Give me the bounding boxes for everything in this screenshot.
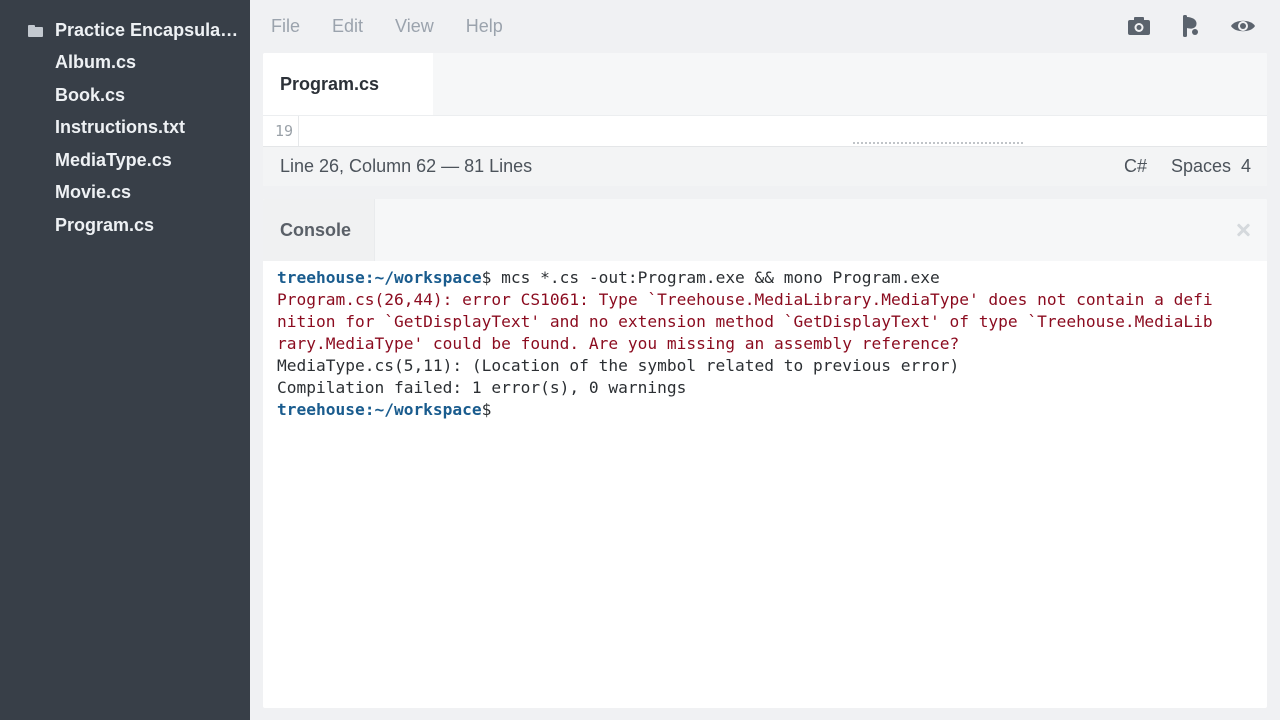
main-menu: File Edit View Help xyxy=(271,16,535,37)
toolbar xyxy=(1126,13,1256,39)
editor-status-bar: Line 26, Column 62 — 81 Lines C# Spaces … xyxy=(263,146,1267,186)
cursor-position: Line 26, Column 62 — 81 Lines xyxy=(280,156,533,176)
language-selector[interactable]: C# xyxy=(1124,156,1147,177)
close-icon[interactable] xyxy=(1234,221,1252,239)
file-item-movie[interactable]: Movie.cs xyxy=(55,180,185,213)
compile-summary: Compilation failed: 1 error(s), 0 warnin… xyxy=(277,378,687,397)
terminal-output[interactable]: treehouse:~/workspace$ mcs *.cs -out:Pro… xyxy=(277,267,1213,421)
prompt-symbol: $ xyxy=(481,400,492,419)
file-item-mediatype[interactable]: MediaType.cs xyxy=(55,148,185,181)
file-list: Album.cs Book.cs Instructions.txt MediaT… xyxy=(55,50,185,246)
file-item-book[interactable]: Book.cs xyxy=(55,83,185,116)
code-area[interactable]: 19 xyxy=(263,115,1267,148)
eye-icon[interactable] xyxy=(1230,13,1256,39)
tab-program-cs[interactable]: Program.cs xyxy=(263,53,433,115)
command-line: treehouse:~/workspace$ mcs *.cs -out:Pro… xyxy=(277,267,1213,289)
editor-tab-bar: Program.cs xyxy=(263,53,1267,115)
console-tab-bar: Console xyxy=(263,199,1267,261)
menu-view[interactable]: View xyxy=(395,16,434,37)
indent-selector[interactable]: Spaces 4 xyxy=(1171,156,1251,177)
file-item-instructions[interactable]: Instructions.txt xyxy=(55,115,185,148)
code-editor: Program.cs 19 Line 26, Column 62 — 81 Li… xyxy=(263,53,1267,186)
folder-icon xyxy=(28,24,43,37)
prompt-line: treehouse:~/workspace$ xyxy=(277,399,1213,421)
project-folder-label: Practice Encapsulation xyxy=(55,20,243,40)
file-item-program[interactable]: Program.cs xyxy=(55,213,185,246)
share-icon[interactable] xyxy=(1178,13,1204,39)
shell-prompt: treehouse:~/workspace xyxy=(277,268,482,287)
file-sidebar: Practice Encapsulation Album.cs Book.cs … xyxy=(0,0,250,720)
tab-console[interactable]: Console xyxy=(263,199,375,261)
menu-help[interactable]: Help xyxy=(466,16,503,37)
shell-command: $ mcs *.cs -out:Program.exe && mono Prog… xyxy=(481,268,940,287)
console-panel: Console treehouse:~/workspace$ mcs *.cs … xyxy=(263,199,1267,708)
shell-prompt-current: treehouse:~/workspace xyxy=(277,400,482,419)
line-number: 19 xyxy=(274,122,293,140)
project-folder[interactable]: Practice Encapsulation xyxy=(28,20,243,41)
camera-icon[interactable] xyxy=(1126,13,1152,39)
menu-edit[interactable]: Edit xyxy=(332,16,363,37)
line-gutter: 19 xyxy=(263,116,299,148)
file-item-album[interactable]: Album.cs xyxy=(55,50,185,83)
error-message: Program.cs(26,44): error CS1061: Type `T… xyxy=(277,290,1213,353)
menu-file[interactable]: File xyxy=(271,16,300,37)
menu-bar: File Edit View Help xyxy=(250,0,1280,52)
error-location: MediaType.cs(5,11): (Location of the sym… xyxy=(277,356,960,375)
